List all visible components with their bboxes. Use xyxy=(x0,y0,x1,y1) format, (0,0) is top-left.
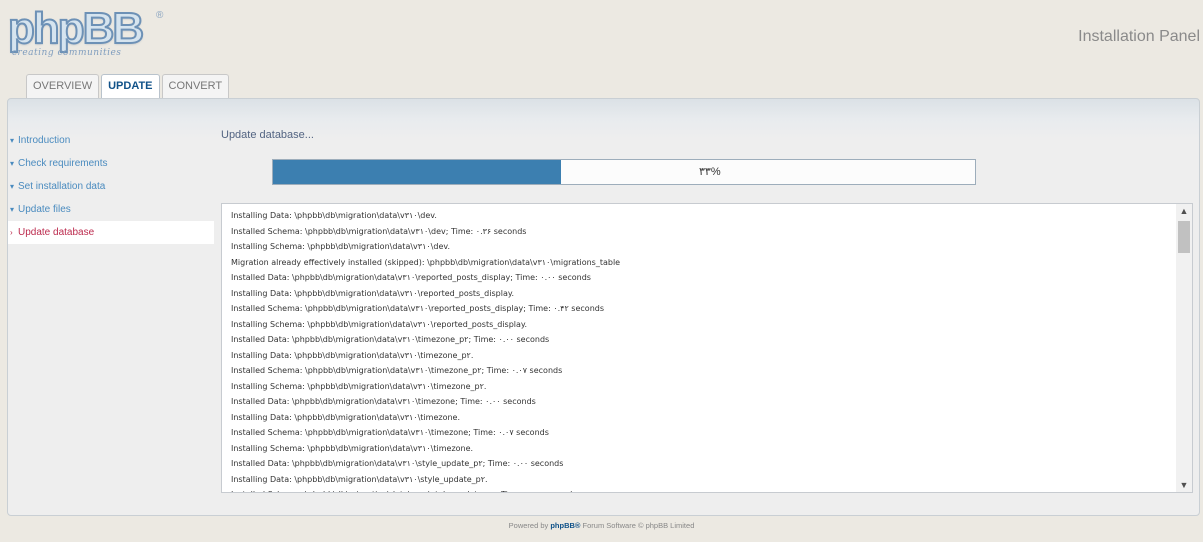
sidebar-item-label: Update database xyxy=(18,227,95,238)
chevron-down-icon: ▾ xyxy=(10,159,15,168)
log-line: Installed Data: \phpbb\db\migration\data… xyxy=(231,397,536,406)
footer-suffix: Forum Software © phpBB Limited xyxy=(580,521,695,530)
phpbb-logo[interactable]: phpBB ® creating communities xyxy=(7,3,168,58)
progress-bar: ۳۳% xyxy=(272,159,976,185)
tab-bar: OVERVIEW UPDATE CONVERT xyxy=(26,74,231,100)
progress-fill xyxy=(273,160,561,184)
tab-overview[interactable]: OVERVIEW xyxy=(26,74,100,98)
log-output[interactable]: Installing Data: \phpbb\db\migration\dat… xyxy=(221,203,1193,493)
log-line: Installing Data: \phpbb\db\migration\dat… xyxy=(231,412,461,422)
log-line: Installed Data: \phpbb\db\migration\data… xyxy=(231,273,591,282)
sidebar-item-introduction[interactable]: ▾ Introduction xyxy=(8,129,214,152)
log-line: Installed Schema: \phpbb\db\migration\da… xyxy=(231,304,605,313)
log-line: Installed Schema: \phpbb\db\migration\da… xyxy=(231,226,527,236)
sidebar-item-label: Set installation data xyxy=(18,181,106,192)
sidebar-item-check-requirements[interactable]: ▾ Check requirements xyxy=(8,152,214,175)
sidebar-item-set-installation-data[interactable]: ▾ Set installation data xyxy=(8,175,214,198)
chevron-right-icon: › xyxy=(10,228,13,237)
tab-convert[interactable]: CONVERT xyxy=(161,74,230,98)
logo-registered-mark: ® xyxy=(156,10,164,21)
sidebar-nav: ▾ Introduction ▾ Check requirements ▾ Set i… xyxy=(8,129,214,244)
footer-prefix: Powered by xyxy=(508,521,551,530)
footer-brand-link[interactable]: phpBB® xyxy=(550,521,580,530)
scrollbar[interactable]: ▲ ▼ xyxy=(1176,204,1192,492)
log-line: Installed Schema: \phpbb\db\migration\da… xyxy=(231,366,563,375)
log-line: Installing Schema: \phpbb\db\migration\d… xyxy=(231,381,487,391)
log-line: Installed Data: \phpbb\db\migration\data… xyxy=(231,335,550,344)
log-line: Installing Schema: \phpbb\db\migration\d… xyxy=(231,242,451,251)
logo-tagline: creating communities xyxy=(12,48,122,58)
log-line: Installed Data: \phpbb\db\migration\data… xyxy=(231,459,564,468)
progress-label: ۳۳% xyxy=(699,166,721,178)
scroll-down-icon[interactable]: ▼ xyxy=(1176,478,1192,492)
log-line: Installing Data: \phpbb\db\migration\dat… xyxy=(231,211,437,220)
sidebar-item-update-database[interactable]: › Update database xyxy=(8,221,214,244)
header: phpBB ® creating communities Installatio… xyxy=(0,0,1203,100)
log-line: Migration already effectively installed … xyxy=(231,257,621,267)
chevron-down-icon: ▾ xyxy=(10,205,15,214)
log-line: Installing Data: \phpbb\db\migration\dat… xyxy=(231,474,488,484)
footer: Powered by phpBB® Forum Software © phpBB… xyxy=(0,521,1203,530)
sidebar-item-label: Check requirements xyxy=(18,158,108,169)
page-title: Update database... xyxy=(221,129,314,141)
sidebar-item-label: Update files xyxy=(18,204,71,215)
log-line: Installed Schema: \phpbb\db\migration\da… xyxy=(231,428,549,437)
chevron-down-icon: ▾ xyxy=(10,182,15,191)
log-line: Installing Data: \phpbb\db\migration\dat… xyxy=(231,288,514,298)
chevron-down-icon: ▾ xyxy=(10,136,15,145)
log-line: Installed Schema: \phpbb\db\migration\da… xyxy=(231,487,1176,492)
tab-update[interactable]: UPDATE xyxy=(101,74,160,100)
log-lines: Installing Data: \phpbb\db\migration\dat… xyxy=(231,208,1176,492)
log-line: Installing Schema: \phpbb\db\migration\d… xyxy=(231,443,474,453)
panel-title: Installation Panel xyxy=(1078,28,1200,45)
log-line: Installing Schema: \phpbb\db\migration\d… xyxy=(231,319,528,329)
scroll-thumb[interactable] xyxy=(1178,221,1190,253)
sidebar-item-update-files[interactable]: ▾ Update files xyxy=(8,198,214,221)
logo-text: phpBB xyxy=(7,3,145,54)
log-line: Installing Data: \phpbb\db\migration\dat… xyxy=(231,350,474,360)
sidebar-item-label: Introduction xyxy=(18,135,71,146)
scroll-up-icon[interactable]: ▲ xyxy=(1176,204,1192,218)
